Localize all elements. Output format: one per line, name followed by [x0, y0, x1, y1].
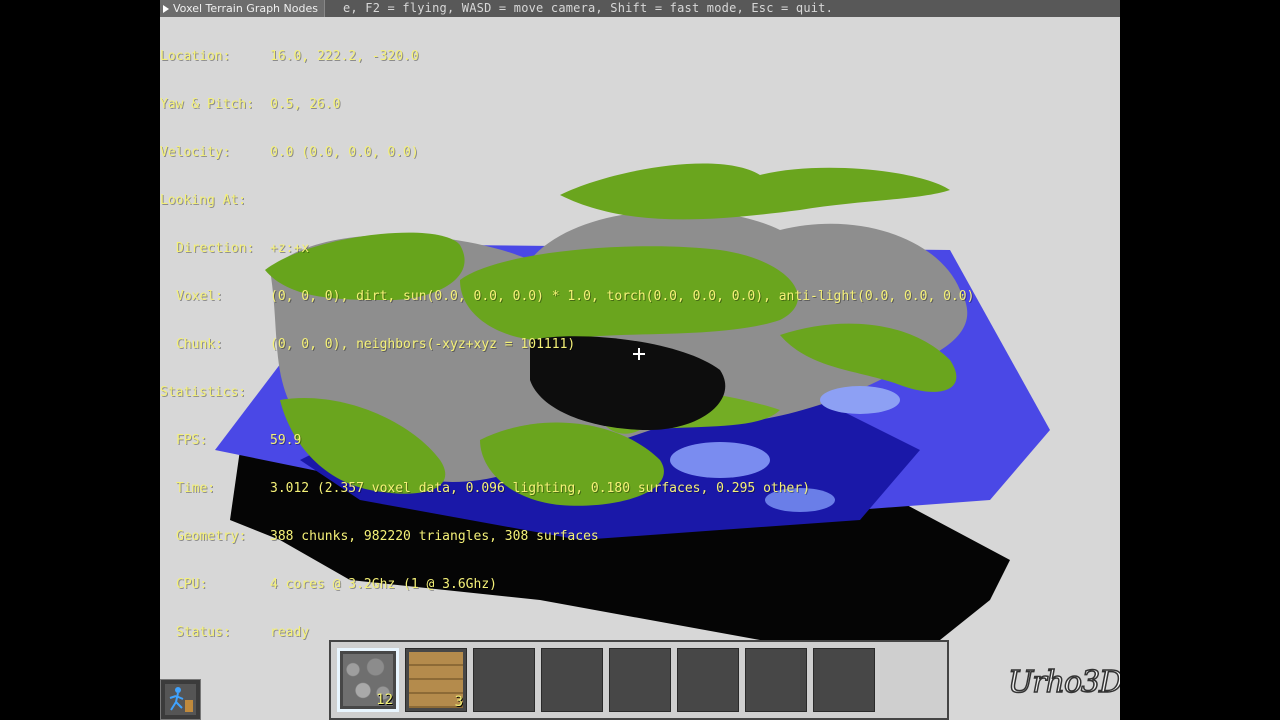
hotbar: 12 3	[329, 640, 949, 720]
debug-status: Status: ready	[176, 625, 310, 640]
hotbar-slot-3[interactable]	[473, 648, 535, 712]
hotbar-slot-5[interactable]	[609, 648, 671, 712]
crosshair-icon	[633, 348, 645, 360]
running-figure-icon	[165, 684, 196, 715]
debug-geometry: Geometry: 388 chunks, 982220 triangles, 3…	[176, 529, 599, 544]
slot-count: 12	[376, 692, 393, 708]
slot-count: 3	[454, 694, 463, 710]
debug-yaw-pitch: Yaw & Pitch: 0.5, 26.0	[160, 97, 341, 112]
debug-location: Location: 16.0, 222.2, -320.0	[160, 49, 419, 64]
debug-looking-at: Looking At:	[160, 193, 247, 208]
window-title-chip[interactable]: Voxel Terrain Graph Nodes	[160, 0, 325, 17]
debug-velocity: Velocity: 0.0 (0.0, 0.0, 0.0)	[160, 145, 419, 160]
hotbar-slot-8[interactable]	[813, 648, 875, 712]
debug-chunk: Chunk: (0, 0, 0), neighbors(-xyz+xyz = 10…	[176, 337, 576, 352]
debug-fps: FPS: 59.9	[176, 433, 302, 448]
debug-cpu: CPU: 4 cores @ 3.2Ghz (1 @ 3.6Ghz)	[176, 577, 497, 592]
top-hint-bar: Voxel Terrain Graph Nodes e, F2 = flying…	[160, 0, 1120, 17]
hotbar-slot-2[interactable]: 3	[405, 648, 467, 712]
light-pool-1	[670, 442, 770, 478]
hotbar-slot-4[interactable]	[541, 648, 603, 712]
controls-hint: e, F2 = flying, WASD = move camera, Shif…	[343, 1, 834, 15]
debug-voxel: Voxel: (0, 0, 0), dirt, sun(0.0, 0.0, 0.0…	[176, 289, 975, 304]
hotbar-slot-7[interactable]	[745, 648, 807, 712]
debug-direction: Direction: +z:+x	[176, 241, 310, 256]
game-viewport[interactable]: Voxel Terrain Graph Nodes e, F2 = flying…	[160, 0, 1120, 720]
window-title: Voxel Terrain Graph Nodes	[173, 2, 318, 15]
developer-logo: Urho3D	[1007, 664, 1120, 701]
debug-statistics: Statistics:	[160, 385, 247, 400]
player-mode-icon[interactable]	[160, 679, 201, 720]
debug-time: Time: 3.012 (2.357 voxel data, 0.096 ligh…	[176, 481, 811, 496]
light-pool-2	[820, 386, 900, 414]
play-triangle-icon	[163, 4, 169, 13]
hotbar-slot-1[interactable]: 12	[337, 648, 399, 712]
hotbar-slot-6[interactable]	[677, 648, 739, 712]
grass-top-right	[560, 163, 950, 220]
debug-overlay: Location: 16.0, 222.2, -320.0 Yaw & Pitch…	[160, 17, 975, 673]
